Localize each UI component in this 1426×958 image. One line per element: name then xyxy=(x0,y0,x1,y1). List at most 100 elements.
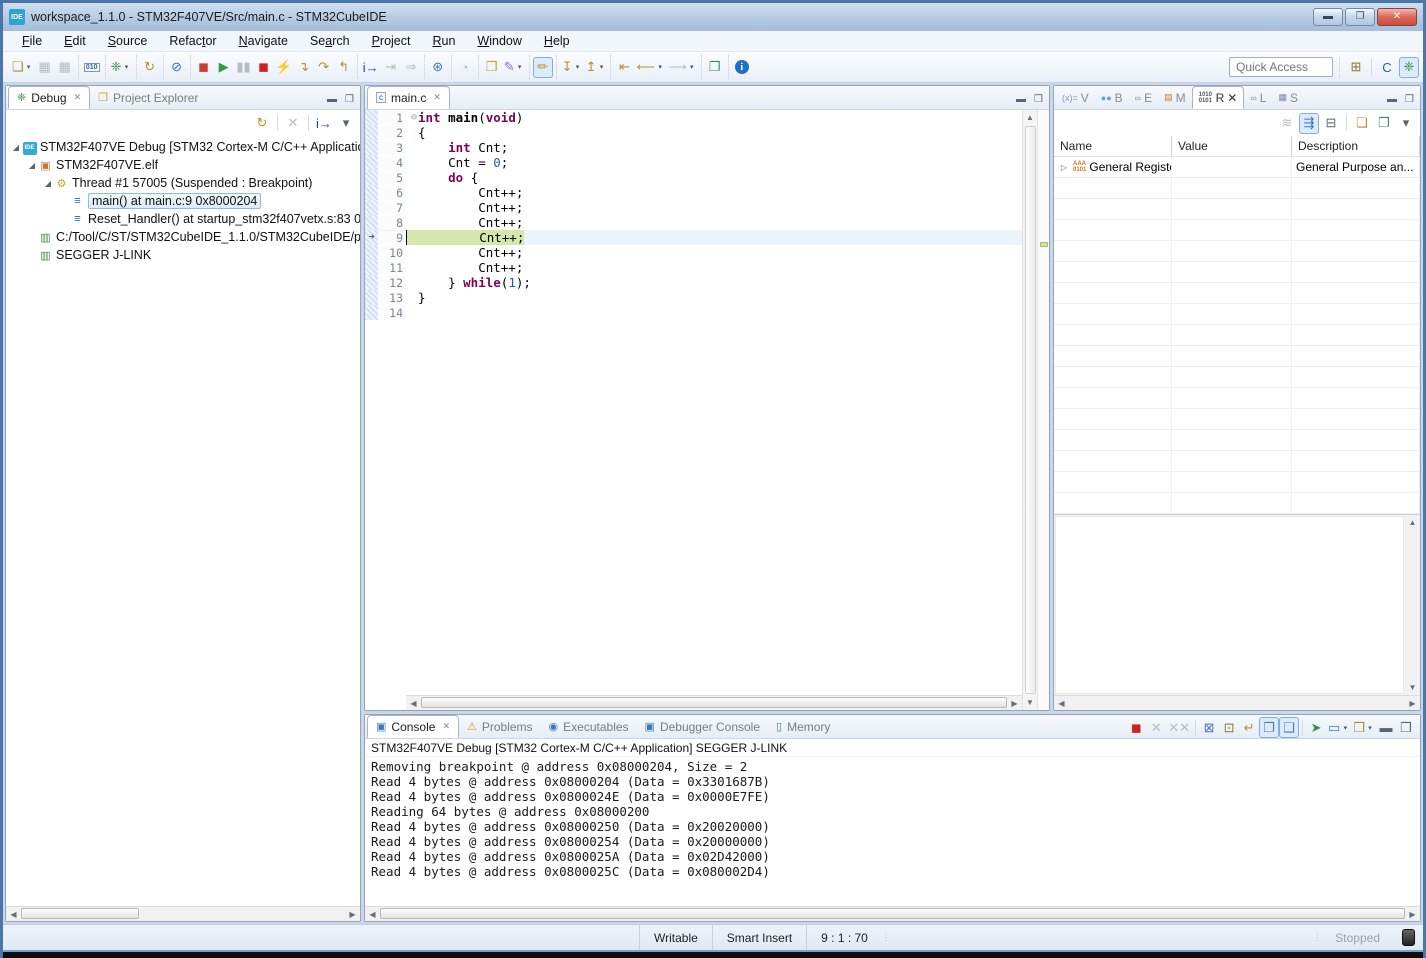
skip-all-breakpoints-icon[interactable]: ⊘ xyxy=(167,57,187,78)
forward-icon[interactable]: ⟶▾ xyxy=(666,57,698,78)
terminate-icon[interactable]: ◼ xyxy=(254,57,274,78)
code-line-1[interactable]: 1⊖int main(void) xyxy=(365,110,1022,125)
new-register-group-icon[interactable]: ❏ xyxy=(1352,113,1372,134)
tree-item[interactable]: ≡Reset_Handler() at startup_stm32f407vet… xyxy=(6,210,360,228)
tab-sfrs[interactable]: ▦S xyxy=(1272,86,1304,109)
expander-icon[interactable]: ◢ xyxy=(26,161,38,170)
quick-access-input[interactable] xyxy=(1229,57,1333,77)
dropdown-arrow-icon[interactable]: ▾ xyxy=(656,63,664,71)
close-view-icon[interactable]: ✕ xyxy=(74,92,82,103)
step-return-icon[interactable]: ↰ xyxy=(334,57,354,78)
console-output[interactable]: Removing breakpoint @ address 0x08000204… xyxy=(365,757,1420,906)
menu-source[interactable]: Source xyxy=(97,32,159,50)
remove-launch-icon[interactable]: ✕ xyxy=(1146,717,1166,738)
pin-view-icon[interactable]: ❐ xyxy=(1374,113,1394,134)
dropdown-arrow-icon[interactable]: ▾ xyxy=(688,63,696,71)
last-edit-location-icon[interactable]: ⇤ xyxy=(614,57,634,78)
overview-ruler[interactable] xyxy=(1037,110,1049,710)
open-console-icon[interactable]: ❒▾ xyxy=(1351,717,1376,738)
view-menu-icon[interactable]: ▾ xyxy=(336,113,356,134)
search-icon[interactable]: ✎▾ xyxy=(502,57,526,78)
open-element-icon[interactable]: ❒ xyxy=(482,57,502,78)
menu-refactor[interactable]: Refactor xyxy=(158,32,227,50)
code-line-13[interactable]: 13} xyxy=(365,290,1022,305)
editor-vertical-scrollbar[interactable]: ▲ ▼ xyxy=(1022,110,1037,710)
save-all-icon[interactable]: ▦ xyxy=(55,57,75,78)
fold-minus-icon[interactable]: ⊖ xyxy=(411,112,417,123)
maximize-view-icon[interactable]: ❒ xyxy=(345,94,354,105)
tab-variables[interactable]: (x)=V xyxy=(1056,86,1095,109)
view-menu-icon[interactable]: ▾ xyxy=(1396,113,1416,134)
tree-item[interactable]: ◢IDESTM32F407VE Debug [STM32 Cortex-M C/… xyxy=(6,138,360,156)
save-icon[interactable]: ▦ xyxy=(35,57,55,78)
dropdown-arrow-icon[interactable]: ▾ xyxy=(1341,724,1349,732)
collapse-all-icon[interactable]: ⊟ xyxy=(1321,113,1341,134)
current-line-marker[interactable] xyxy=(1040,242,1048,247)
mark-occurrences-icon[interactable]: ✏ xyxy=(533,57,553,78)
target-status-icon[interactable]: ◔ xyxy=(455,57,475,78)
close-view-icon[interactable]: ✕ xyxy=(442,721,450,732)
code-line-3[interactable]: 3 int Cnt; xyxy=(365,140,1022,155)
menu-search[interactable]: Search xyxy=(299,32,361,50)
maximize-editor-icon[interactable]: ❒ xyxy=(1034,94,1043,105)
update-software-icon[interactable]: ⊛ xyxy=(428,57,448,78)
expander-icon[interactable]: ◢ xyxy=(42,179,54,188)
column-header-value[interactable]: Value xyxy=(1172,136,1292,157)
scroll-lock-icon[interactable]: ⊡ xyxy=(1219,717,1239,738)
next-annotation-icon[interactable]: ↧▾ xyxy=(560,57,584,78)
expander-icon[interactable]: ▷ xyxy=(1058,163,1070,172)
editor-horizontal-scrollbar[interactable]: ◀ ▶ xyxy=(406,695,1022,710)
minimize-editor-icon[interactable]: ▬ xyxy=(1016,94,1026,105)
code-line-8[interactable]: 8 Cnt++; xyxy=(365,215,1022,230)
close-window-button[interactable]: ✕ xyxy=(1377,8,1417,26)
show-registers-icon[interactable]: ≋ xyxy=(1277,113,1297,134)
tab-memory[interactable]: ▯Memory xyxy=(768,715,838,738)
code-line-11[interactable]: 11 Cnt++; xyxy=(365,260,1022,275)
code-line-12[interactable]: 12 } while(1); xyxy=(365,275,1022,290)
scroll-left-icon[interactable]: ◀ xyxy=(1054,696,1069,711)
tree-item[interactable]: ≡main() at main.c:9 0x8000204 xyxy=(6,192,360,210)
back-icon[interactable]: ⟵▾ xyxy=(634,57,666,78)
code-line-4[interactable]: 4 Cnt = 0; xyxy=(365,155,1022,170)
terminate-icon[interactable]: ◼ xyxy=(1126,717,1146,738)
instruction-stepping-mode-icon[interactable]: i→ xyxy=(314,113,334,134)
new-wizard-icon[interactable]: ❏▾ xyxy=(10,57,35,78)
menu-run[interactable]: Run xyxy=(421,32,466,50)
minimize-window-button[interactable]: ▬ xyxy=(1313,8,1343,26)
tree-item[interactable]: ◢▣STM32F407VE.elf xyxy=(6,156,360,174)
restore-window-button[interactable]: ❐ xyxy=(1345,8,1375,26)
tab-main-c[interactable]: c main.c ✕ xyxy=(367,86,450,109)
resume-icon[interactable]: ▶ xyxy=(214,57,234,78)
code-line-5[interactable]: 5 do { xyxy=(365,170,1022,185)
scroll-down-icon[interactable]: ▼ xyxy=(1405,680,1420,695)
info-icon[interactable]: i xyxy=(732,57,752,78)
dropdown-arrow-icon[interactable]: ▾ xyxy=(597,63,605,71)
tab-expressions[interactable]: ∞E xyxy=(1129,86,1158,109)
move-to-line-icon[interactable]: ⇥ xyxy=(381,57,401,78)
tab-breakpoints[interactable]: ●●B xyxy=(1095,86,1129,109)
tab-debugger-console[interactable]: ▣Debugger Console xyxy=(637,715,768,738)
tree-item[interactable]: ▥SEGGER J-LINK xyxy=(6,246,360,264)
tree-item[interactable]: ◢⚙Thread #1 57005 (Suspended : Breakpoin… xyxy=(6,174,360,192)
menu-navigate[interactable]: Navigate xyxy=(228,32,299,50)
dropdown-arrow-icon[interactable]: ▾ xyxy=(574,63,582,71)
pin-icon[interactable]: ➤ xyxy=(1306,717,1326,738)
menu-edit[interactable]: Edit xyxy=(53,32,97,50)
scroll-left-icon[interactable]: ◀ xyxy=(6,907,21,922)
step-over-icon[interactable]: ↷ xyxy=(314,57,334,78)
tab-modules[interactable]: ▤M xyxy=(1158,86,1192,109)
instruction-stepping-icon[interactable]: i→ xyxy=(361,57,381,78)
debug-horizontal-scrollbar[interactable]: ◀ ▶ xyxy=(6,906,360,921)
step-into-icon[interactable]: ↴ xyxy=(294,57,314,78)
dropdown-arrow-icon[interactable]: ▾ xyxy=(123,63,131,71)
code-line-10[interactable]: 10 Cnt++; xyxy=(365,245,1022,260)
scroll-up-icon[interactable]: ▲ xyxy=(1023,110,1038,125)
scroll-right-icon[interactable]: ▶ xyxy=(345,907,360,922)
display-console-icon[interactable]: ▭▾ xyxy=(1326,717,1351,738)
minimize-icon[interactable]: ▬ xyxy=(1376,717,1396,738)
tab-console[interactable]: ▣Console✕ xyxy=(367,715,459,738)
code-line-2[interactable]: 2{ xyxy=(365,125,1022,140)
scroll-right-icon[interactable]: ▶ xyxy=(1405,907,1420,922)
register-group-row[interactable]: ▷AAA0101General RegistersGeneral Purpose… xyxy=(1054,157,1420,178)
debug-icon[interactable]: ❈▾ xyxy=(109,57,133,78)
